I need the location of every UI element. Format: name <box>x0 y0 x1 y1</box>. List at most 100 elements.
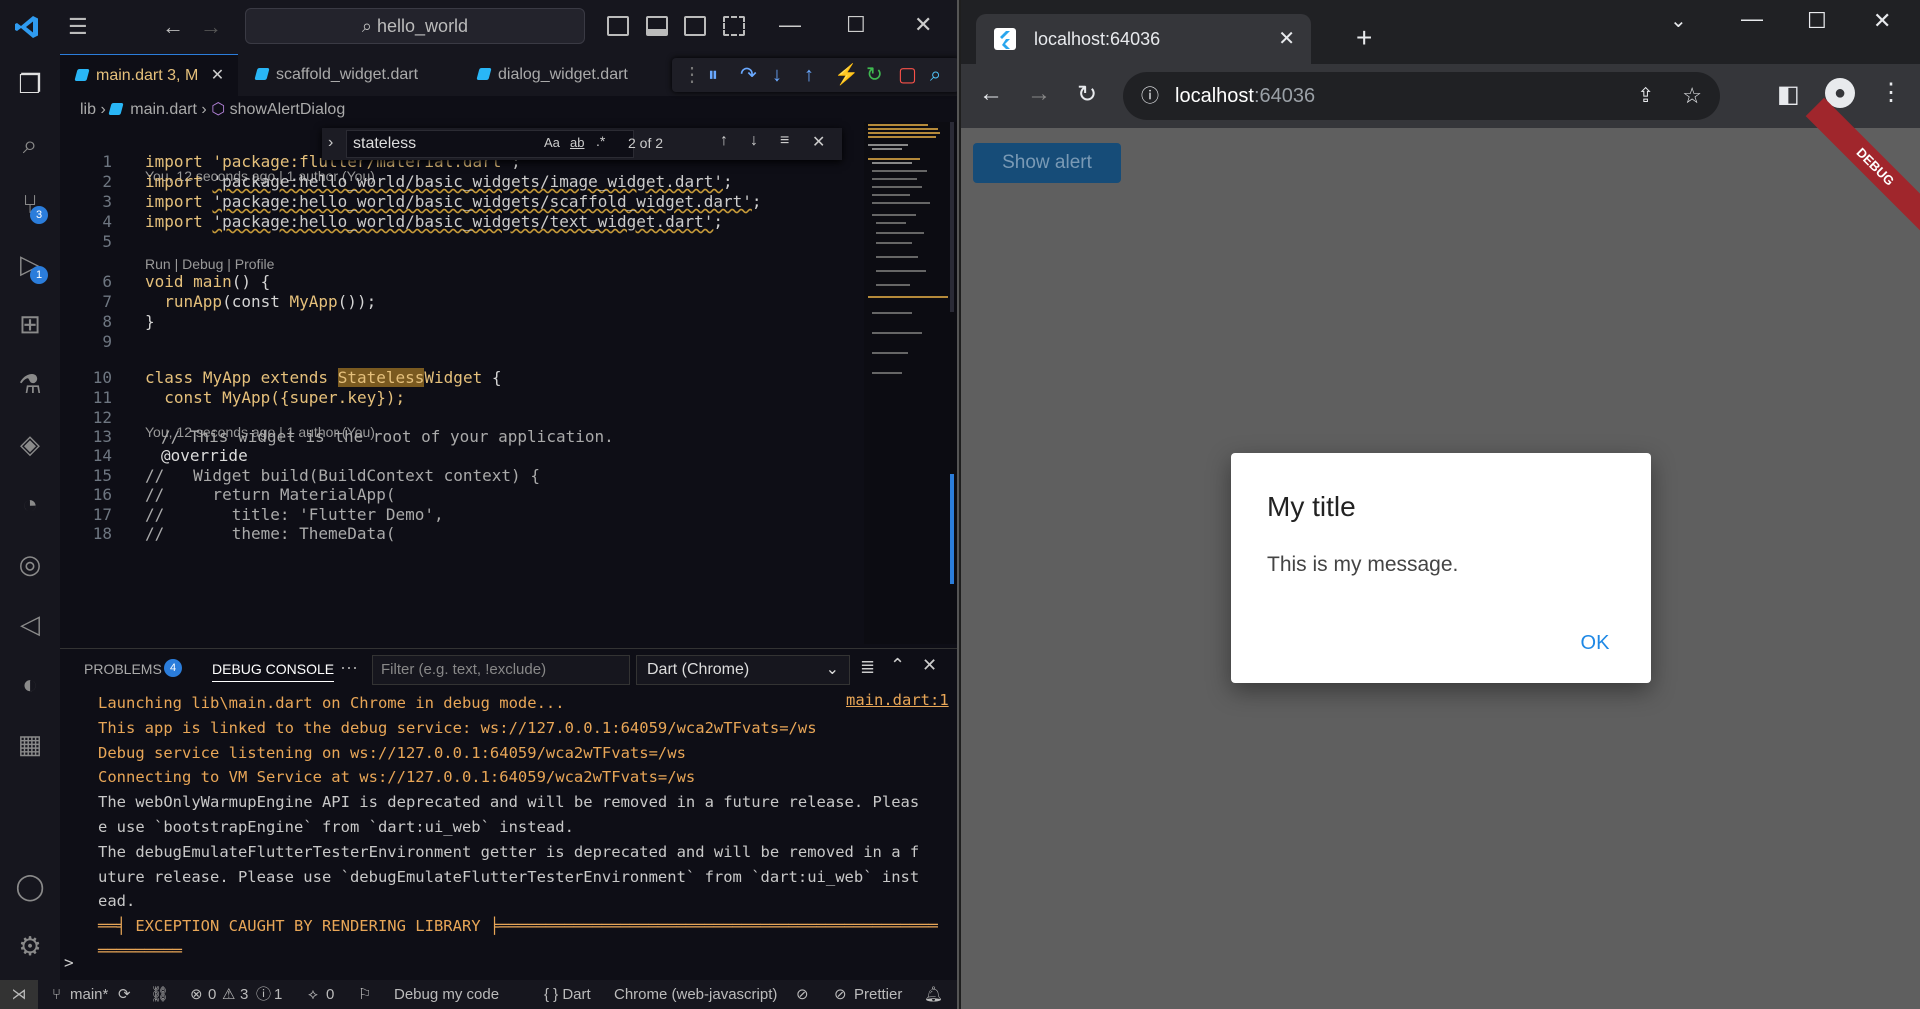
tab-search-chevron-icon[interactable]: ⌄ <box>1670 8 1687 33</box>
forward-arrow-icon[interactable]: → <box>1027 80 1051 108</box>
close-panel-icon[interactable]: ✕ <box>922 655 937 676</box>
language-mode[interactable]: { } Dart <box>544 980 591 1009</box>
ports-count[interactable]: 0 <box>326 980 334 1009</box>
match-case-toggle[interactable]: Aa <box>544 135 560 150</box>
side-panel-icon[interactable]: ◧ <box>1777 80 1800 109</box>
flutter-icon[interactable]: ◁ <box>14 608 46 640</box>
filter-input[interactable]: Filter (e.g. text, !exclude) <box>372 655 630 685</box>
notifications-bell-icon[interactable]: 🔔︎ <box>924 980 943 1009</box>
minimize-icon[interactable]: — <box>1741 6 1763 32</box>
maximize-icon[interactable]: ☐ <box>1807 8 1827 34</box>
step-over-icon[interactable]: ↷ <box>740 62 757 88</box>
menu-icon[interactable]: ☰ <box>68 14 88 40</box>
docker-icon[interactable]: ▦ <box>14 728 46 760</box>
restart-icon[interactable]: ↻ <box>866 62 883 88</box>
find-in-selection-icon[interactable]: ≡ <box>780 132 789 150</box>
warning-count[interactable]: 3 <box>240 980 248 1009</box>
minimize-icon[interactable]: — <box>779 12 801 38</box>
edge-devtools-icon[interactable]: ◐ <box>14 668 46 700</box>
remote-explorer-icon[interactable]: ◎ <box>14 548 46 580</box>
previous-match-icon[interactable]: ↑ <box>720 132 728 150</box>
step-out-icon[interactable]: ↑ <box>804 62 814 88</box>
testing-icon[interactable]: ⚗ <box>14 368 46 400</box>
activity-bar: ❐ ⌕ ⑂ 3 ▷ 1 ⊞ ⚗ ◈ ◔ ◎ ◁ ◐ ▦ ◯ ⚙ <box>0 54 60 980</box>
extensions-icon[interactable]: ⊞ <box>14 308 46 340</box>
command-center-search[interactable]: ⌕ hello_world <box>245 8 585 44</box>
info-count[interactable]: 1 <box>274 980 282 1009</box>
stop-icon[interactable]: ▢ <box>898 62 917 88</box>
breadcrumb-folder[interactable]: lib <box>80 101 96 118</box>
debug-target-select[interactable]: Dart (Chrome) ⌄ <box>636 655 850 685</box>
close-icon[interactable]: ✕ <box>914 12 932 38</box>
toggle-panel-icon[interactable] <box>646 16 668 36</box>
live-share-icon[interactable]: ⛓ <box>150 980 169 1009</box>
site-info-icon[interactable]: ⓘ <box>1141 72 1159 120</box>
console-prompt[interactable]: > <box>64 953 74 972</box>
tab-problems[interactable]: PROBLEMS <box>84 661 162 677</box>
toggle-secondary-sidebar-icon[interactable] <box>684 16 706 36</box>
toggle-primary-sidebar-icon[interactable] <box>607 16 629 36</box>
devtools-search-icon[interactable]: ⌕ <box>930 62 941 88</box>
dialog-message: This is my message. <box>1267 553 1459 576</box>
search-icon[interactable]: ⌕ <box>14 128 46 160</box>
address-bar[interactable]: ⓘ localhost:64036 ⇪ ☆ <box>1123 72 1720 120</box>
code-editor[interactable]: You, 12 seconds ago | 1 author (You) 1 i… <box>60 122 860 644</box>
run-debug-profile-lens[interactable]: Run | Debug | Profile <box>145 256 274 272</box>
tab-debug-console[interactable]: DEBUG CONSOLE <box>212 661 335 682</box>
minimap[interactable] <box>864 122 957 644</box>
remote-indicator-icon[interactable]: ⋊ <box>0 980 38 1009</box>
device-selector[interactable]: Chrome (web-javascript) <box>614 980 777 1009</box>
python-icon[interactable]: ◈ <box>14 428 46 460</box>
git-branch[interactable]: main* <box>70 980 108 1009</box>
copilot-icon[interactable]: ⊘ <box>796 980 809 1009</box>
step-into-icon[interactable]: ↓ <box>772 62 782 88</box>
back-arrow-icon[interactable]: ← <box>979 80 1003 108</box>
tab-dialog-widget[interactable]: dialog_widget.dart <box>462 54 672 96</box>
back-arrow-icon[interactable]: ← <box>162 14 184 40</box>
accounts-icon[interactable]: ◯ <box>14 870 46 902</box>
next-match-icon[interactable]: ↓ <box>750 132 758 150</box>
line-number: 2 <box>102 172 112 191</box>
clear-console-icon[interactable]: ≣ <box>860 657 875 678</box>
tab-scaffold-widget[interactable]: scaffold_widget.dart <box>240 54 460 96</box>
maximize-panel-icon[interactable]: ⌃ <box>890 655 905 676</box>
minimap-preview <box>868 122 954 584</box>
debug-config[interactable]: Debug my code <box>394 980 499 1009</box>
prettier-status[interactable]: Prettier <box>854 980 902 1009</box>
whole-word-toggle[interactable]: ab <box>570 135 584 150</box>
browser-tab[interactable]: localhost:64036 ✕ <box>976 14 1311 64</box>
close-tab-icon[interactable]: ✕ <box>1278 14 1295 64</box>
breadcrumb-symbol[interactable]: showAlertDialog <box>230 101 346 118</box>
git-graph-icon[interactable]: ◔ <box>14 488 46 520</box>
customize-layout-icon[interactable] <box>723 16 745 36</box>
reload-icon[interactable]: ↻ <box>1077 80 1097 109</box>
new-tab-icon[interactable]: + <box>1356 22 1372 54</box>
regex-toggle[interactable]: .* <box>596 133 605 149</box>
forward-arrow-icon[interactable]: → <box>200 14 222 40</box>
close-find-icon[interactable]: ✕ <box>812 132 825 152</box>
share-icon[interactable]: ⇪ <box>1637 72 1654 120</box>
search-match: Stateless <box>337 368 425 387</box>
chevron-right-icon[interactable]: › <box>328 134 333 152</box>
find-widget: › stateless Aa ab .* 2 of 2 ↑ ↓ ≡ ✕ <box>322 128 842 160</box>
kebab-menu-icon[interactable]: ⋮ <box>1879 78 1903 107</box>
hot-reload-icon[interactable]: ⚡ <box>834 62 859 88</box>
settings-gear-icon[interactable]: ⚙ <box>14 930 46 962</box>
explorer-icon[interactable]: ❐ <box>14 68 46 100</box>
branch-icon: ⑂ <box>52 986 62 1003</box>
tab-main-dart[interactable]: main.dart 3, M ✕ <box>60 54 238 96</box>
pause-icon[interactable]: ⏸ <box>708 62 718 88</box>
breadcrumb-file[interactable]: main.dart <box>130 101 197 118</box>
dart-file-icon <box>108 103 124 115</box>
error-count[interactable]: 0 <box>208 980 216 1009</box>
find-input[interactable]: stateless <box>346 130 634 158</box>
more-actions-icon[interactable]: ··· <box>340 657 358 678</box>
drag-handle-icon[interactable]: ⋮ <box>682 62 702 88</box>
bookmark-star-icon[interactable]: ☆ <box>1682 72 1702 120</box>
close-window-icon[interactable]: ✕ <box>1873 8 1891 34</box>
maximize-icon[interactable]: ☐ <box>846 12 866 38</box>
show-alert-button[interactable]: Show alert <box>973 143 1121 183</box>
close-tab-icon[interactable]: ✕ <box>211 67 224 84</box>
ok-button[interactable]: OK <box>1563 623 1627 663</box>
sync-icon[interactable]: ⟳ <box>118 980 131 1009</box>
